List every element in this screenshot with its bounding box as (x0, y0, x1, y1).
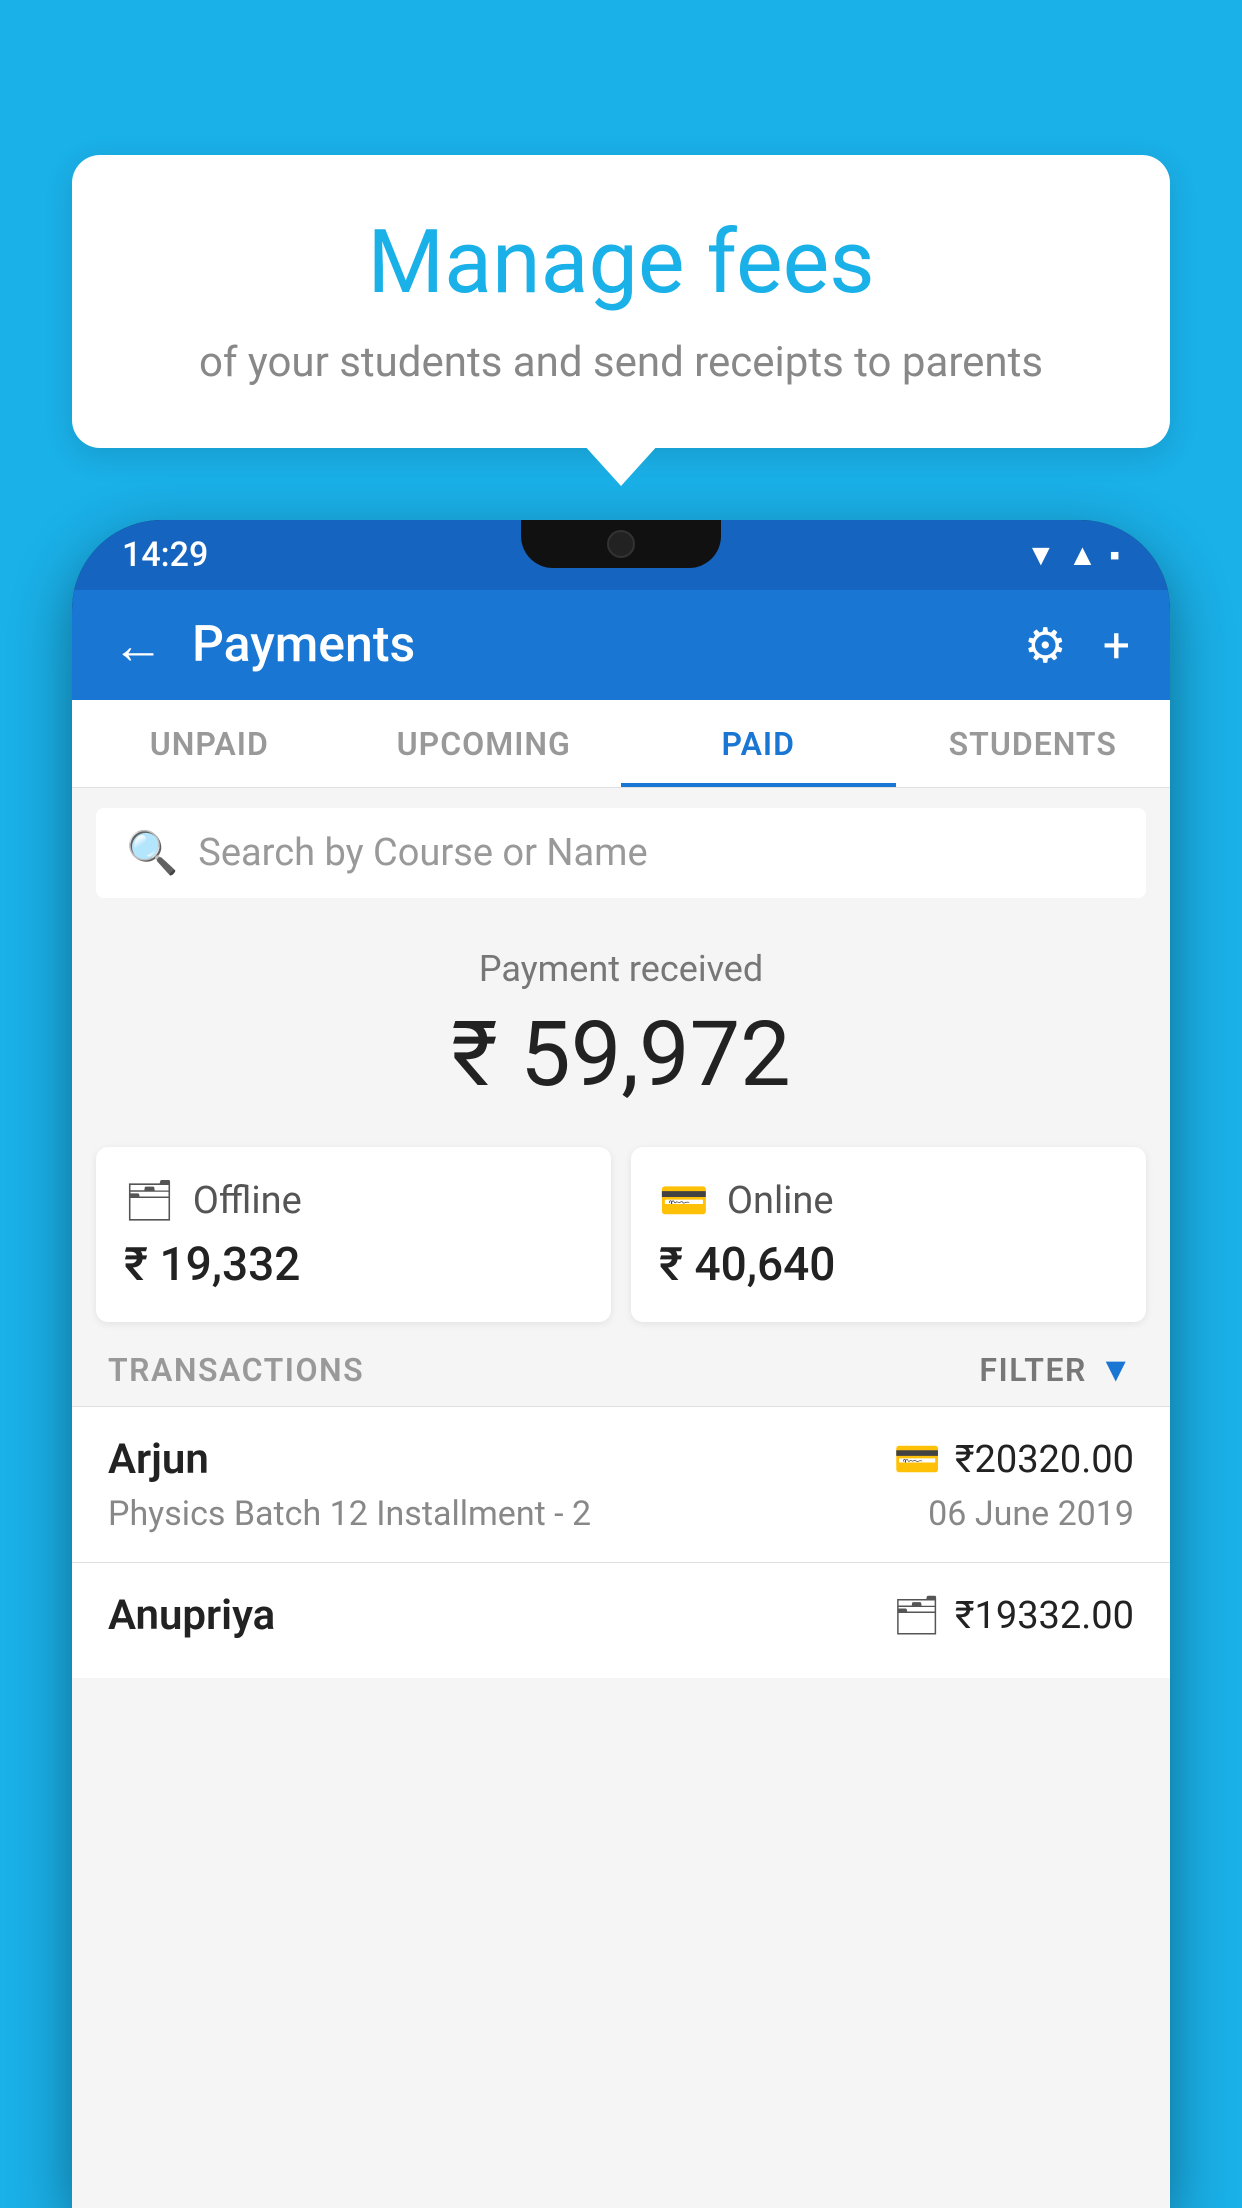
transaction-bottom-1: Physics Batch 12 Installment - 2 06 June… (108, 1494, 1134, 1534)
filter-icon: ▼ (1099, 1350, 1134, 1390)
payment-cards: 🗂 Offline ₹ 19,332 💳 Online ₹ 40,640 (96, 1147, 1146, 1322)
search-input[interactable]: Search by Course or Name (198, 831, 647, 875)
back-button[interactable]: ← (112, 615, 164, 676)
bubble-title: Manage fees (122, 215, 1120, 312)
offline-label: Offline (193, 1179, 302, 1223)
cash-payment-icon-2: 🗂 (893, 1594, 941, 1638)
battery-icon: ▪ (1109, 538, 1120, 573)
add-icon[interactable]: + (1103, 617, 1130, 674)
transaction-amount-2: 🗂 ₹19332.00 (893, 1594, 1134, 1638)
transaction-amount-value-1: ₹20320.00 (955, 1438, 1134, 1482)
phone-mockup: 14:29 ▼ ▲ ▪ ← Payments ⚙ + UNPAID UPCOMI… (72, 520, 1170, 2208)
payment-summary: Payment received ₹ 59,972 (72, 918, 1170, 1127)
app-header: ← Payments ⚙ + (72, 590, 1170, 700)
front-camera (607, 530, 635, 558)
settings-icon[interactable]: ⚙ (1024, 617, 1067, 674)
offline-card-header: 🗂 Offline (124, 1177, 583, 1224)
search-bar[interactable]: 🔍 Search by Course or Name (96, 808, 1146, 898)
phone-screen: 14:29 ▼ ▲ ▪ ← Payments ⚙ + UNPAID UPCOMI… (72, 520, 1170, 2208)
bubble-subtitle: of your students and send receipts to pa… (122, 334, 1120, 393)
speech-bubble: Manage fees of your students and send re… (72, 155, 1170, 448)
tab-unpaid[interactable]: UNPAID (72, 700, 347, 787)
transaction-top-2: Anupriya 🗂 ₹19332.00 (108, 1591, 1134, 1640)
online-label: Online (727, 1179, 834, 1223)
table-row[interactable]: Arjun 💳 ₹20320.00 Physics Batch 12 Insta… (72, 1406, 1170, 1562)
table-row[interactable]: Anupriya 🗂 ₹19332.00 (72, 1562, 1170, 1678)
tabs-bar: UNPAID UPCOMING PAID STUDENTS (72, 700, 1170, 788)
wifi-icon: ▼ (1026, 538, 1056, 573)
card-payment-icon-1: 💳 (894, 1438, 941, 1482)
search-icon: 🔍 (126, 829, 178, 878)
transactions-label: TRANSACTIONS (108, 1351, 364, 1389)
status-time: 14:29 (122, 535, 208, 575)
offline-card: 🗂 Offline ₹ 19,332 (96, 1147, 611, 1322)
header-title: Payments (192, 616, 1024, 674)
tab-upcoming[interactable]: UPCOMING (347, 700, 622, 787)
transactions-header: TRANSACTIONS FILTER ▼ (72, 1322, 1170, 1406)
phone-notch (521, 520, 721, 568)
online-card: 💳 Online ₹ 40,640 (631, 1147, 1146, 1322)
header-actions: ⚙ + (1024, 617, 1130, 674)
tab-students[interactable]: STUDENTS (896, 700, 1171, 787)
offline-icon: 🗂 (124, 1177, 175, 1224)
payment-amount: ₹ 59,972 (72, 1002, 1170, 1107)
transaction-amount-value-2: ₹19332.00 (955, 1594, 1134, 1638)
transaction-top-1: Arjun 💳 ₹20320.00 (108, 1435, 1134, 1484)
online-card-header: 💳 Online (659, 1177, 1118, 1224)
status-icons: ▼ ▲ ▪ (1026, 538, 1120, 573)
offline-amount: ₹ 19,332 (124, 1238, 583, 1292)
filter-label: FILTER (979, 1351, 1086, 1389)
filter-button[interactable]: FILTER ▼ (979, 1350, 1134, 1390)
signal-icon: ▲ (1068, 538, 1098, 573)
online-icon: 💳 (659, 1177, 709, 1224)
tab-paid[interactable]: PAID (621, 700, 896, 787)
transaction-date-1: 06 June 2019 (928, 1494, 1134, 1534)
online-amount: ₹ 40,640 (659, 1238, 1118, 1292)
transaction-amount-1: 💳 ₹20320.00 (894, 1438, 1135, 1482)
transaction-course-1: Physics Batch 12 Installment - 2 (108, 1494, 591, 1534)
transaction-name-2: Anupriya (108, 1591, 275, 1640)
payment-label: Payment received (72, 948, 1170, 990)
transaction-name-1: Arjun (108, 1435, 209, 1484)
screen-content: 🔍 Search by Course or Name Payment recei… (72, 788, 1170, 2208)
